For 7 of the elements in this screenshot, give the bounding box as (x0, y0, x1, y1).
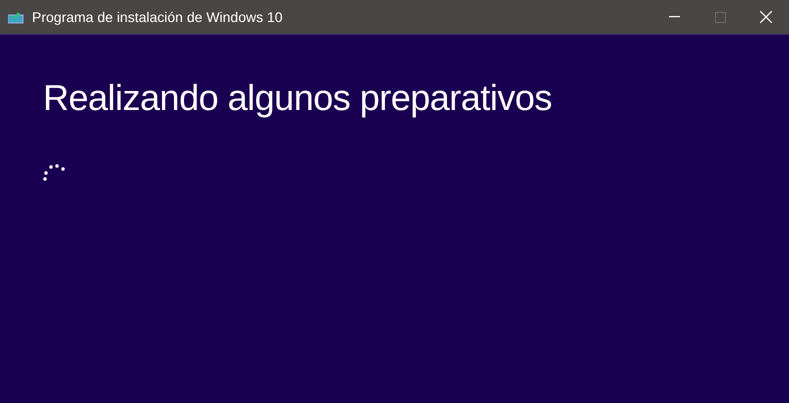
minimize-icon (668, 16, 680, 18)
window-title: Programa de instalación de Windows 10 (32, 8, 283, 27)
loading-spinner-icon (43, 164, 67, 181)
maximize-icon (714, 12, 726, 22)
close-icon (760, 11, 772, 23)
heading: Realizando algunos preparativos (43, 76, 553, 120)
setup-icon (8, 10, 24, 24)
